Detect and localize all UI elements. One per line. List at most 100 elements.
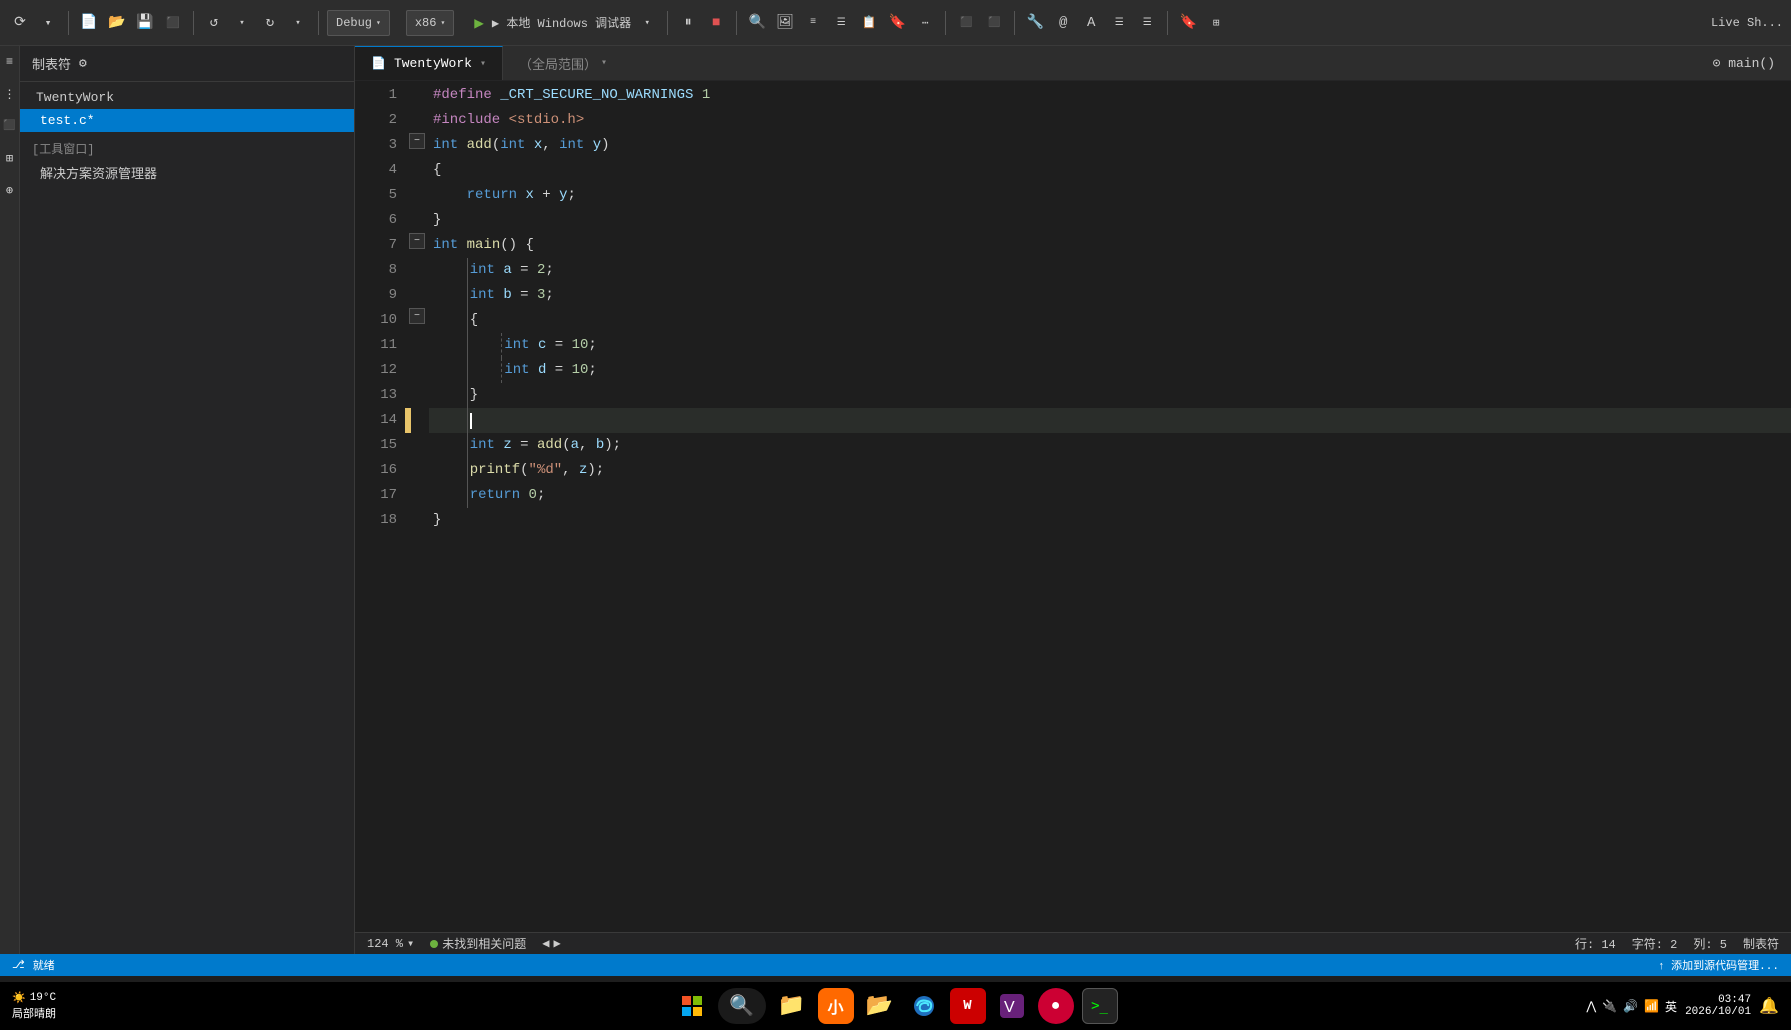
taskbar-red-button[interactable]: ● (1038, 988, 1074, 1024)
format1-icon[interactable]: ≡ (801, 11, 825, 35)
linenum-3: 3 (355, 133, 397, 158)
image-icon[interactable]: 🖼 (773, 11, 797, 35)
redo-arrow[interactable]: ▾ (286, 11, 310, 35)
fold-btn-10[interactable]: − (409, 308, 425, 324)
taskbar-search-icon: 🔍 (729, 993, 754, 1019)
main-layout: ≡ ⋮ ⬛ ⊞ ⊕ 制表符 ⚙ TwentyWork test.c* [工具窗口… (0, 46, 1791, 954)
linenum-15: 15 (355, 433, 397, 458)
zoom-arrow[interactable]: ▾ (407, 936, 414, 951)
linenum-6: 6 (355, 208, 397, 233)
tab-dropdown-arrow[interactable]: ▾ (480, 58, 486, 70)
forward-icon[interactable]: ▾ (36, 11, 60, 35)
linenum-9: 9 (355, 283, 397, 308)
run-arrow[interactable]: ▾ (635, 11, 659, 35)
pause-icon[interactable]: ⏸ (676, 11, 700, 35)
code-line-15: int z = add ( a , b ); (429, 433, 1791, 458)
left-icon-3[interactable]: ⬛ (0, 114, 22, 138)
font-icon[interactable]: A (1079, 11, 1103, 35)
code-line-11: int c = 10 ; (429, 333, 1791, 358)
grid-icon[interactable]: ⊞ (1204, 11, 1228, 35)
tray-wifi-icon[interactable]: 📶 (1644, 999, 1659, 1014)
left-icon-2[interactable]: ⋮ (0, 82, 22, 106)
code-line-7: int main () { (429, 233, 1791, 258)
breakpoint-marker-14 (405, 408, 411, 433)
code-line-16: printf ( "%d" , z ); (429, 458, 1791, 483)
run-button[interactable]: ▶ (474, 13, 484, 33)
scope-label: （全局范围） (519, 54, 597, 73)
left-icon-5[interactable]: ⊕ (0, 178, 22, 202)
bottom-right: 行: 14 字符: 2 列: 5 制表符 (1575, 935, 1779, 952)
taskbar-wps-button[interactable]: W (950, 988, 986, 1024)
tray-lang-label[interactable]: 英 (1665, 998, 1677, 1015)
linenum-17: 17 (355, 483, 397, 508)
sidebar-active-file[interactable]: test.c* (20, 109, 354, 132)
linenum-16: 16 (355, 458, 397, 483)
code-line-14[interactable] (429, 408, 1791, 433)
search-icon[interactable]: 🔍 (745, 11, 769, 35)
live-share-label[interactable]: Live Sh... (1711, 16, 1783, 30)
find-icon[interactable]: @ (1051, 11, 1075, 35)
zoom-control[interactable]: 124 % ▾ (367, 936, 414, 951)
redo-icon[interactable]: ↻ (258, 11, 282, 35)
tools-icon[interactable]: 🔧 (1023, 11, 1047, 35)
zoom-value[interactable]: 124 % (367, 937, 403, 951)
uncomment-icon[interactable]: ☰ (1135, 11, 1159, 35)
save-icon[interactable]: 💾 (133, 11, 157, 35)
fold-btn-3[interactable]: − (409, 133, 425, 149)
arch-arrow: ▾ (440, 18, 445, 28)
taskbar-terminal-button[interactable]: >_ (1082, 988, 1118, 1024)
open-icon[interactable]: 📂 (105, 11, 129, 35)
file2-icon[interactable]: 📋 (857, 11, 881, 35)
nav-left-icon[interactable]: ◀ (542, 936, 549, 951)
new-file-icon[interactable]: 📄 (77, 11, 101, 35)
taskbar-clock[interactable]: 03:47 2026/10/01 (1685, 994, 1751, 1018)
format2-icon[interactable]: ☰ (829, 11, 853, 35)
taskbar-files-button[interactable]: 📁 (774, 988, 810, 1024)
comment-icon[interactable]: ☰ (1107, 11, 1131, 35)
left-icon-1[interactable]: ≡ (0, 50, 22, 74)
code-line-1: #define _CRT_SECURE_NO_WARNINGS 1 (429, 83, 1791, 108)
more-icon[interactable]: ⋯ (913, 11, 937, 35)
code-line-2: #include <stdio.h> (429, 108, 1791, 133)
stop-icon[interactable]: ■ (704, 11, 728, 35)
sep8 (1167, 11, 1168, 35)
code-container[interactable]: 1 2 3 4 5 6 7 8 9 10 11 12 13 14 15 16 1… (355, 81, 1791, 932)
undo-icon[interactable]: ↺ (202, 11, 226, 35)
tray-speaker-icon[interactable]: 🔊 (1623, 999, 1638, 1014)
undo-arrow[interactable]: ▾ (230, 11, 254, 35)
sidebar-project-name: TwentyWork (20, 86, 354, 109)
run-label[interactable]: ▶ 本地 Windows 调试器 (492, 14, 631, 31)
macro-value: 1 (702, 83, 710, 108)
save-all-icon[interactable]: ⬛ (161, 11, 185, 35)
tray-arrow-icon[interactable]: ⋀ (1586, 999, 1596, 1014)
sidebar-settings-icon[interactable]: ⚙ (79, 56, 87, 71)
back-icon[interactable]: ⟳ (8, 11, 32, 35)
taskbar-filemanager2-button[interactable]: 📂 (862, 988, 898, 1024)
taskbar-vs-button[interactable]: V (994, 988, 1030, 1024)
sidebar-solution-explorer[interactable]: 解决方案资源管理器 (20, 159, 354, 186)
git-icon[interactable]: 🔖 (1176, 11, 1200, 35)
start-button[interactable] (674, 988, 710, 1024)
arch-dropdown[interactable]: x86 ▾ (406, 10, 454, 36)
fold-btn-7[interactable]: − (409, 233, 425, 249)
align-icon[interactable]: ⬛ (954, 11, 978, 35)
indent-icon[interactable]: ⬛ (982, 11, 1006, 35)
taskbar-edge-button[interactable] (906, 988, 942, 1024)
tray-network-icon[interactable]: 🔌 (1602, 999, 1617, 1014)
sep3 (318, 11, 319, 35)
sidebar: 制表符 ⚙ TwentyWork test.c* [工具窗口] 解决方案资源管理… (20, 46, 355, 954)
bookmark-icon[interactable]: 🔖 (885, 11, 909, 35)
linenum-1: 1 (355, 83, 397, 108)
taskbar-search-button[interactable]: 🔍 (718, 988, 766, 1024)
tray-notification-icon[interactable]: 🔔 (1759, 996, 1779, 1016)
scope-arrow[interactable]: ▾ (601, 57, 607, 69)
left-icon-4[interactable]: ⊞ (0, 146, 22, 170)
function-label: ⊙ main() (1713, 56, 1775, 71)
taskbar-mi-button[interactable]: 小 (818, 988, 854, 1024)
code-lines[interactable]: #define _CRT_SECURE_NO_WARNINGS 1 #inclu… (429, 81, 1791, 932)
add-to-source-label[interactable]: ↑ 添加到源代码管理... (1658, 957, 1779, 973)
nav-right-icon[interactable]: ▶ (554, 936, 561, 951)
code-line-8: int a = 2 ; (429, 258, 1791, 283)
debug-mode-dropdown[interactable]: Debug ▾ (327, 10, 390, 36)
active-tab[interactable]: 📄 TwentyWork ▾ (355, 46, 503, 80)
